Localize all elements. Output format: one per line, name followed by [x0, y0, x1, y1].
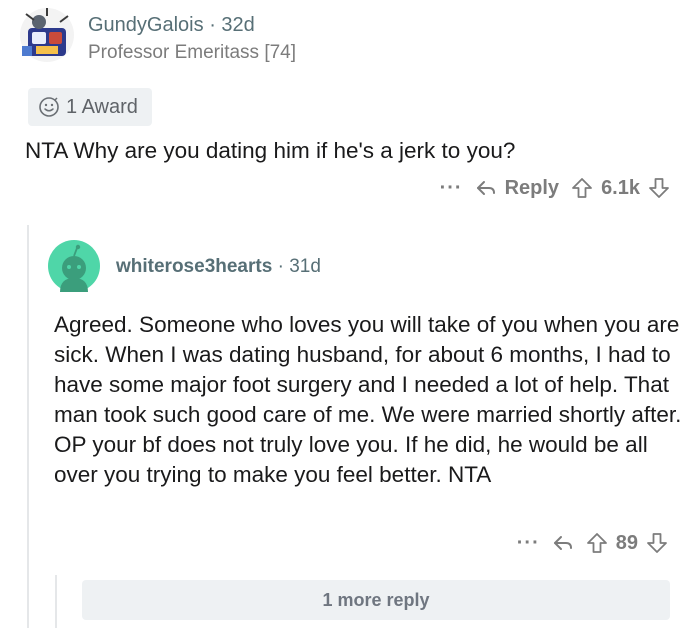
award-smiley-icon — [39, 97, 59, 117]
vote-controls: 6.1k — [571, 177, 670, 200]
reply-comment-actions: ··· 89 — [517, 527, 668, 559]
upvote-arrow-icon[interactable] — [571, 177, 593, 199]
top-comment-body: NTA Why are you dating him if he's a jer… — [25, 138, 516, 163]
thread-line[interactable] — [27, 225, 29, 628]
reply-comment-body: Agreed. Someone who loves you will take … — [54, 312, 682, 487]
award-badge[interactable]: 1 Award — [28, 88, 152, 126]
user-avatar-icon[interactable] — [18, 6, 76, 64]
meta-separator: · — [277, 256, 284, 277]
vote-controls: 89 — [586, 532, 668, 555]
meta-separator: · — [209, 14, 216, 36]
award-label: 1 Award — [66, 95, 138, 118]
more-options-button[interactable]: ··· — [440, 178, 463, 198]
upvote-arrow-icon[interactable] — [586, 532, 608, 554]
reply-button[interactable] — [552, 532, 574, 554]
thread-line[interactable] — [55, 575, 57, 628]
reply-button[interactable]: Reply — [475, 177, 559, 200]
more-replies-button[interactable]: 1 more reply — [82, 580, 670, 620]
top-comment-age: 32d — [221, 14, 255, 36]
snoo-avatar-icon[interactable] — [48, 240, 100, 292]
user-flair: Professor Emeritass [74] — [88, 42, 297, 63]
reply-label: Reply — [504, 176, 560, 199]
reply-comment-meta: whiterose3hearts · 31d — [116, 256, 321, 278]
reply-arrow-icon — [476, 181, 495, 195]
downvote-arrow-icon[interactable] — [648, 177, 670, 199]
reply-arrow-icon — [553, 536, 572, 550]
reply-comment-age: 31d — [289, 256, 321, 277]
top-comment-actions: ··· Reply 6.1k — [440, 172, 670, 204]
more-options-button[interactable]: ··· — [517, 533, 540, 553]
reply-comment-username[interactable]: whiterose3hearts — [116, 256, 272, 277]
top-comment-username[interactable]: GundyGalois — [88, 14, 204, 36]
downvote-arrow-icon[interactable] — [646, 532, 668, 554]
top-comment-meta: GundyGalois · 32d — [88, 14, 255, 37]
score: 89 — [615, 531, 638, 554]
score: 6.1k — [601, 176, 640, 199]
